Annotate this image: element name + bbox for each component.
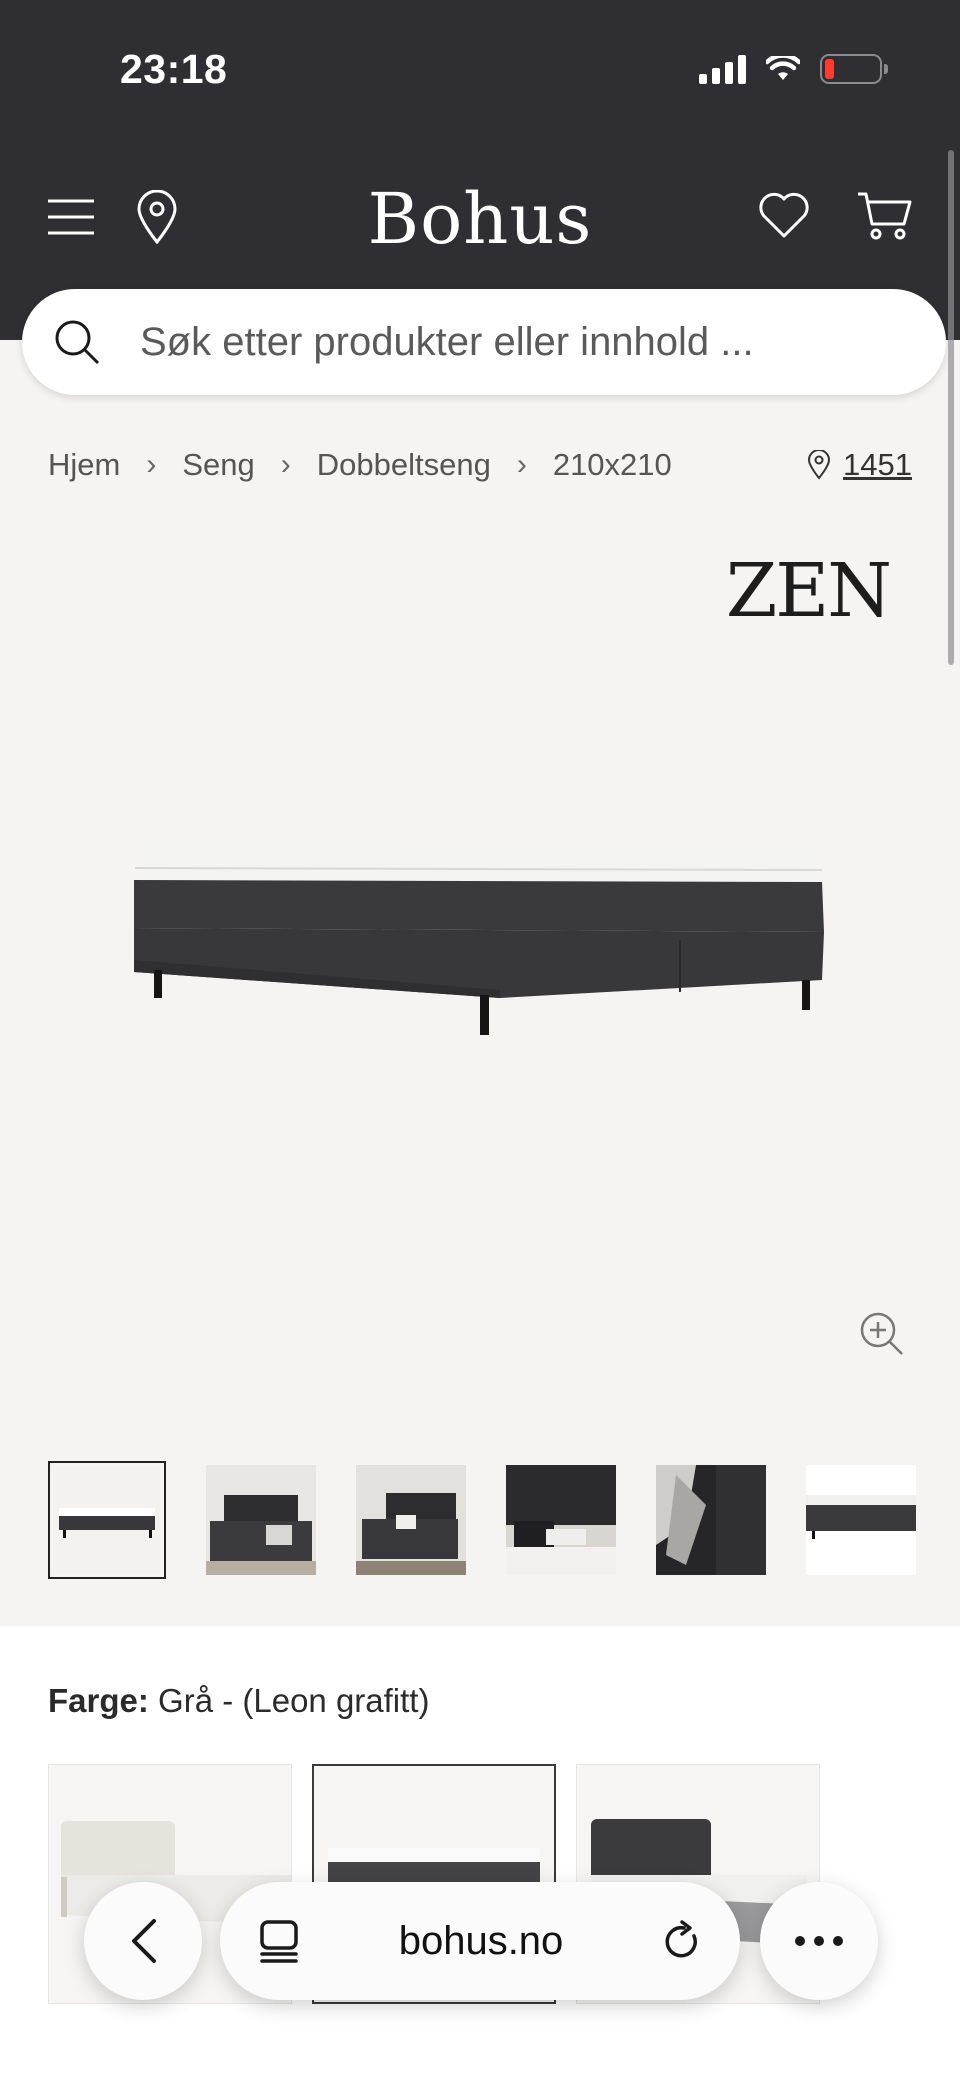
reload-icon[interactable] [662,1920,702,1962]
browser-more-button[interactable] [760,1882,878,2000]
color-value: Grå - (Leon grafitt) [158,1682,430,1719]
status-icons [699,54,888,84]
thumbnail-image[interactable] [356,1465,466,1575]
breadcrumb-item-seng[interactable]: Seng [182,447,254,483]
search-bar[interactable] [22,289,946,395]
product-brand-logo: ZEN [725,548,892,634]
thumbnail-image[interactable] [506,1465,616,1575]
product-image[interactable] [120,820,840,1120]
thumbnail-image[interactable] [206,1465,316,1575]
browser-back-button[interactable] [84,1882,202,2000]
zoom-button[interactable] [858,1310,906,1358]
heart-icon [759,192,809,238]
zoom-in-icon [860,1312,903,1355]
thumbnail-image[interactable] [806,1465,916,1575]
breadcrumb: Hjem › Seng › Dobbeltseng › 210x210 [48,447,672,483]
page-scrollbar[interactable] [948,150,954,665]
variant-section: Farge: Grå - (Leon grafitt) [0,1626,960,2081]
tabs-icon[interactable] [258,1918,300,1964]
search-icon [55,320,100,365]
cart-icon [858,192,912,240]
breadcrumb-item-home[interactable]: Hjem [48,447,120,483]
browser-address-bar[interactable]: bohus.no [220,1882,740,2000]
chevron-left-icon [132,1919,156,1963]
chevron-right-icon: › [516,448,527,481]
wishlist-button[interactable] [758,191,810,239]
store-number[interactable]: 1451 [807,447,912,483]
battery-icon [820,54,888,84]
map-pin-icon [808,450,831,480]
chevron-right-icon: › [280,448,291,481]
more-dots-icon [795,1936,843,1946]
color-variant-label: Farge: Grå - (Leon grafitt) [48,1682,429,1720]
breadcrumb-item-size[interactable]: 210x210 [553,447,672,483]
chevron-right-icon: › [146,448,157,481]
image-thumbnails [48,1461,960,1579]
color-label: Farge: [48,1682,149,1719]
cellular-signal-icon [699,54,746,84]
search-input[interactable] [140,319,880,365]
browser-url[interactable]: bohus.no [399,1919,564,1964]
thumbnail-image[interactable] [656,1465,766,1575]
thumbnail-image[interactable] [48,1461,166,1579]
cart-button[interactable] [856,190,912,240]
status-time: 23:18 [120,46,228,92]
header-right-nav [758,190,912,240]
breadcrumb-item-dobbeltseng[interactable]: Dobbeltseng [317,447,491,483]
store-number-link[interactable]: 1451 [843,447,912,483]
wifi-icon [766,56,800,80]
